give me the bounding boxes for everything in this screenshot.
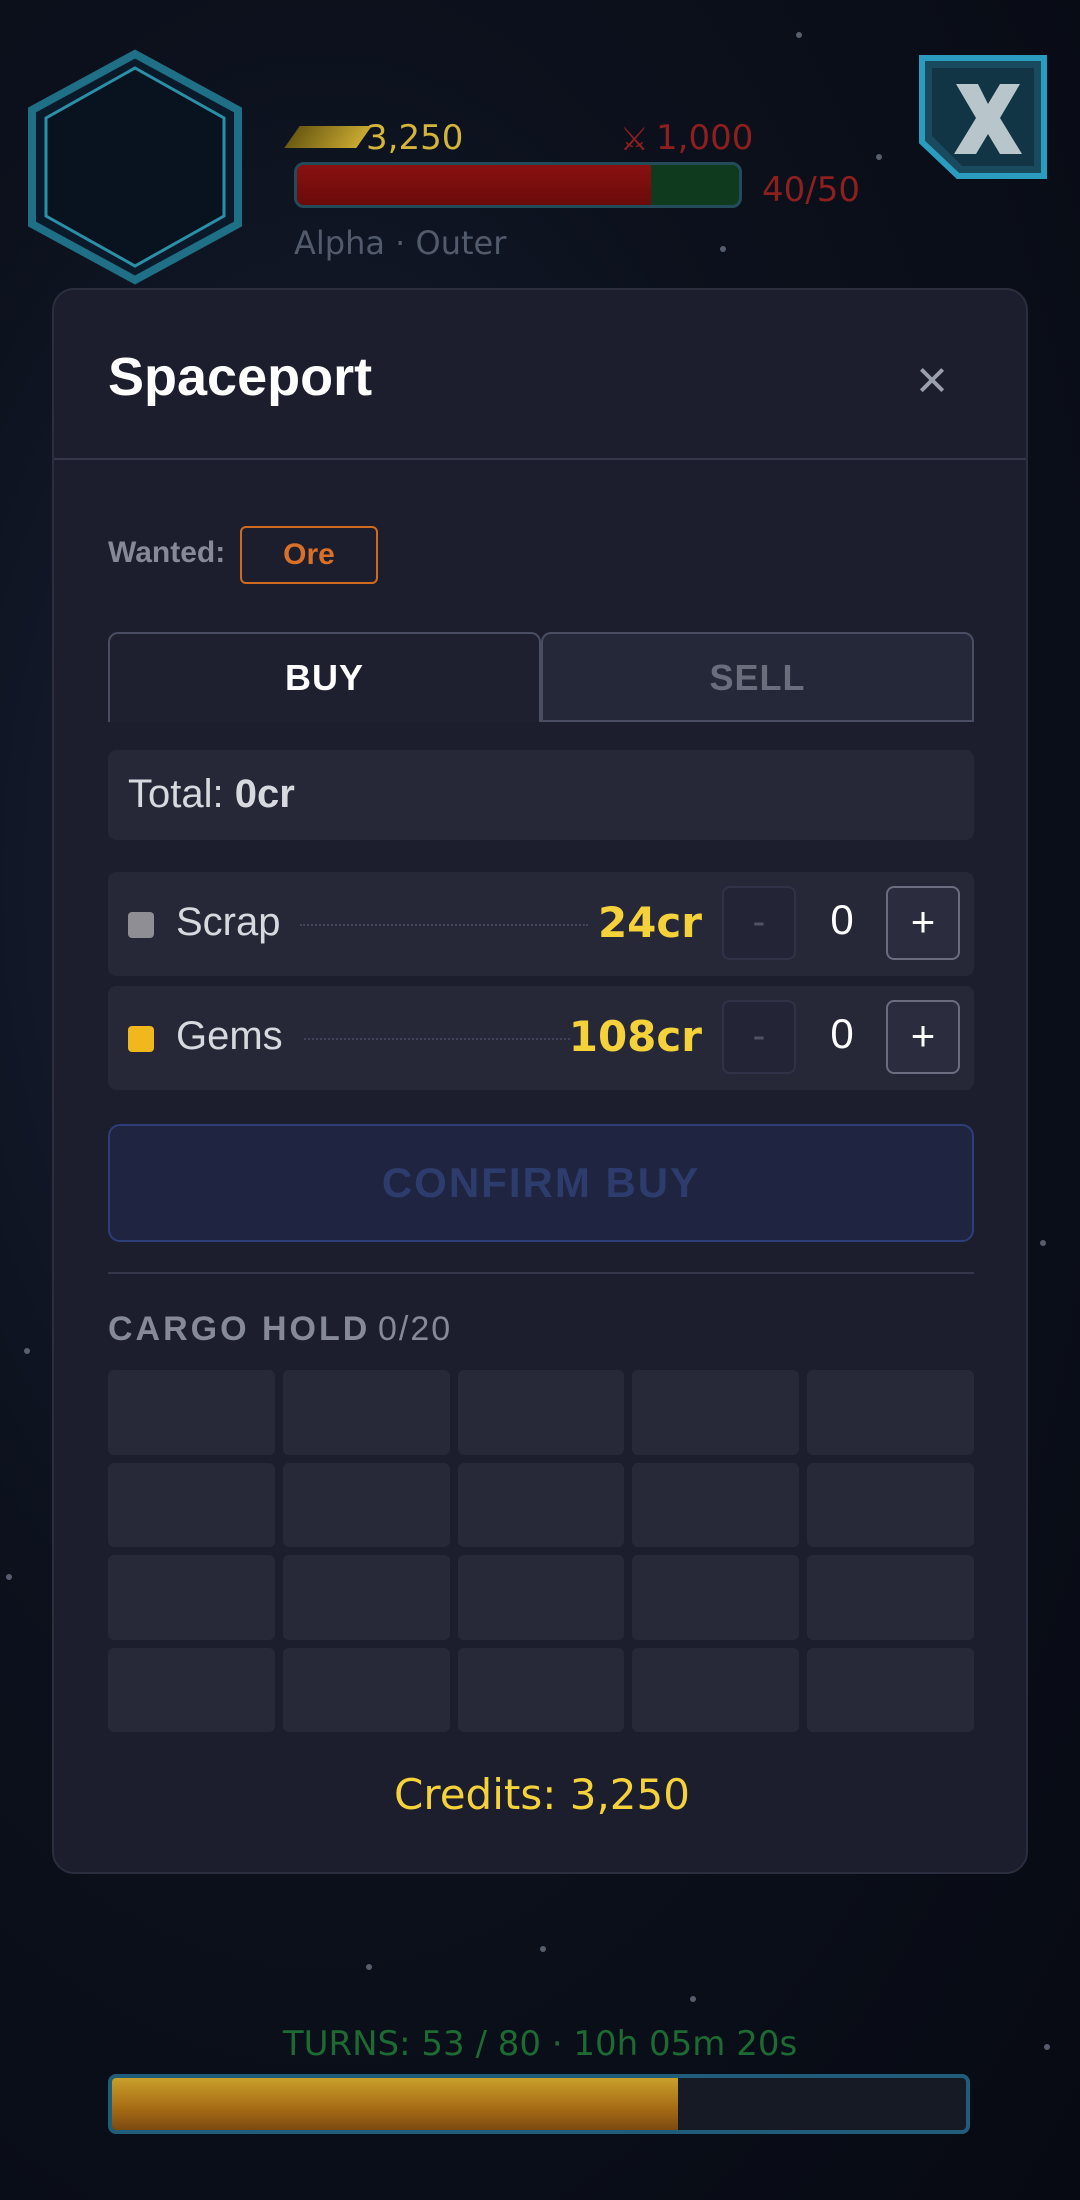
turns-text: TURNS: 53 / 80 · 10h 05m 20s (282, 2024, 798, 2064)
cargo-slot[interactable] (632, 1647, 800, 1732)
cargo-slot[interactable] (807, 1462, 974, 1547)
total-value: 0cr (234, 772, 295, 816)
total-display: Total: 0cr (128, 772, 295, 817)
item-name: Scrap (176, 900, 281, 944)
item-name: Gems (176, 1014, 283, 1058)
star (366, 1964, 372, 1970)
cargo-slot[interactable] (807, 1555, 974, 1640)
star (720, 246, 726, 252)
star (6, 1574, 12, 1580)
total-label: Total: (128, 772, 224, 816)
cargo-slot[interactable] (282, 1462, 450, 1547)
cargo-slot[interactable] (807, 1647, 974, 1732)
cargo-slot[interactable] (457, 1462, 625, 1547)
cargo-slot[interactable] (457, 1370, 625, 1455)
cargo-hold-title: CARGO HOLD (108, 1310, 371, 1348)
hud-bounty: 1,000 (656, 118, 754, 158)
credits-bar-icon (284, 126, 372, 148)
trade-row-scrap: Scrap 24cr - 0 + (108, 872, 974, 976)
wanted-label: Wanted: (108, 536, 226, 569)
exit-button[interactable] (916, 52, 1050, 188)
star (796, 32, 802, 38)
divider (108, 1272, 974, 1274)
star (690, 1996, 696, 2002)
cargo-slot[interactable] (282, 1370, 450, 1455)
trade-row-gems: Gems 108cr - 0 + (108, 986, 974, 1090)
hud-credits: 3,250 (366, 118, 464, 158)
decrease-button[interactable]: - (722, 1000, 796, 1074)
hull-bar (294, 162, 742, 208)
modal-header: Spaceport × (54, 290, 1026, 460)
cargo-slot[interactable] (108, 1370, 275, 1455)
cargo-slot[interactable] (457, 1647, 625, 1732)
increase-button[interactable]: + (886, 886, 960, 960)
close-icon[interactable]: × (904, 352, 960, 408)
player-portrait[interactable] (24, 48, 246, 286)
cargo-slot[interactable] (108, 1647, 275, 1732)
gems-color-swatch (128, 1026, 154, 1052)
cargo-slot[interactable] (282, 1555, 450, 1640)
star (1040, 1240, 1046, 1246)
cargo-slot[interactable] (632, 1462, 800, 1547)
credits-display: Credits: 3,250 (394, 1770, 690, 1819)
cargo-slot[interactable] (108, 1462, 275, 1547)
star (540, 1946, 546, 1952)
modal-title: Spaceport (108, 347, 373, 407)
quantity-value: 0 (830, 1010, 854, 1057)
star (876, 154, 882, 160)
hull-text: 40/50 (762, 170, 860, 210)
trade-tabs: BUY SELL (108, 632, 974, 722)
item-price: 24cr (597, 898, 702, 947)
location-label: Alpha · Outer (294, 224, 507, 262)
confirm-buy-button[interactable]: CONFIRM BUY (108, 1124, 974, 1242)
x-logo-icon (919, 55, 1047, 179)
wanted-badge: Ore (240, 526, 378, 584)
tab-buy[interactable]: BUY (108, 632, 541, 722)
cargo-slot[interactable] (807, 1370, 974, 1455)
cargo-grid (108, 1370, 974, 1732)
decrease-button[interactable]: - (722, 886, 796, 960)
cargo-slot[interactable] (108, 1555, 275, 1640)
increase-button[interactable]: + (886, 1000, 960, 1074)
star (24, 1348, 30, 1354)
crossed-swords-icon: ⚔ (620, 121, 649, 157)
row-leader-dots (300, 924, 588, 926)
cargo-hold-count: 0/20 (378, 1310, 453, 1348)
turns-progress-bar (108, 2074, 970, 2134)
row-leader-dots (304, 1038, 570, 1040)
item-price: 108cr (568, 1012, 702, 1061)
quantity-value: 0 (830, 896, 854, 943)
cargo-slot[interactable] (457, 1555, 625, 1640)
scrap-color-swatch (128, 912, 154, 938)
hexagon-frame-icon (28, 49, 242, 285)
cargo-slot[interactable] (632, 1370, 800, 1455)
turns-progress-fill (112, 2078, 678, 2130)
hull-bar-fill (297, 165, 651, 205)
total-box: Total: 0cr (108, 750, 974, 840)
cargo-slot[interactable] (632, 1555, 800, 1640)
tab-sell[interactable]: SELL (541, 632, 974, 722)
spaceport-modal: Spaceport × Wanted: Ore BUY SELL Total: … (52, 288, 1028, 1874)
cargo-slot[interactable] (282, 1647, 450, 1732)
